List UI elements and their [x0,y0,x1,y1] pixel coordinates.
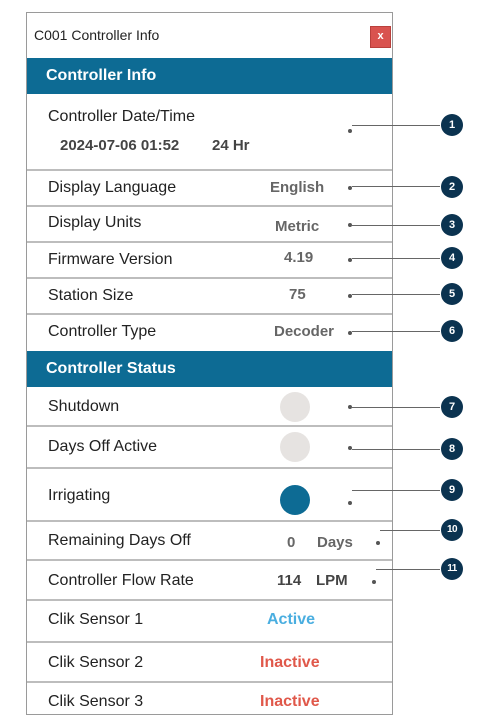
display-units-label: Display Units [48,214,142,231]
leader-line-5 [352,294,440,295]
window-title: C001 Controller Info [34,27,160,43]
close-button[interactable]: x [370,26,391,48]
row-irrigating: Irrigating [27,469,392,522]
remaining-days-off-label: Remaining Days Off [48,532,191,549]
shutdown-label: Shutdown [48,398,120,415]
section-header-controller-status: Controller Status [27,351,392,387]
irrigating-dot [348,501,352,505]
callout-badge-3: 3 [441,214,463,236]
datetime-value: 2024-07-06 01:52 [60,137,180,154]
row-controller-type: Controller Type Decoder [27,315,392,351]
days-off-active-label: Days Off Active [48,438,158,455]
flow-rate-unit: LPM [316,572,348,589]
title-bar: C001 Controller Info x [27,13,392,57]
flow-rate-dot [372,580,376,584]
section-header-controller-info: Controller Info [27,58,392,94]
callout-badge-8: 8 [441,438,463,460]
row-controller-flow-rate: Controller Flow Rate 114 LPM [27,561,392,601]
display-language-value: English [270,179,325,196]
callout-badge-9: 9 [441,479,463,501]
callout-badge-10: 10 [441,519,463,541]
callout-badge-11: 11 [441,558,463,580]
clik-sensor-2-label: Clik Sensor 2 [48,654,144,671]
row-display-language: Display Language English [27,171,392,207]
clik-sensor-3-label: Clik Sensor 3 [48,693,144,710]
close-icon: x [377,30,384,42]
callout-badge-7: 7 [441,396,463,418]
row-shutdown: Shutdown [27,387,392,427]
station-size-label: Station Size [48,287,134,304]
callout-badge-1: 1 [441,114,463,136]
leader-line-4 [352,258,440,259]
leader-line-7 [352,407,440,408]
row-display-units: Display Units Metric [27,207,392,243]
callout-badge-5: 5 [441,283,463,305]
datetime-label: Controller Date/Time [48,108,196,125]
row-remaining-days-off: Remaining Days Off 0 Days [27,522,392,561]
leader-line-11 [376,569,440,570]
irrigating-label: Irrigating [48,487,111,504]
callout-badge-4: 4 [441,247,463,269]
controller-type-value: Decoder [274,323,335,340]
row-days-off-active: Days Off Active [27,427,392,469]
time-format-value: 24 Hr [212,137,250,154]
row-controller-datetime: Controller Date/Time 2024-07-06 01:52 24… [27,94,392,171]
firmware-version-label: Firmware Version [48,251,173,268]
flow-rate-label: Controller Flow Rate [48,572,194,589]
callout-badge-6: 6 [441,320,463,342]
leader-line-1 [352,125,440,126]
station-size-value: 75 [289,286,306,303]
display-units-value: Metric [275,218,320,235]
leader-line-10 [380,530,440,531]
clik-sensor-1-label: Clik Sensor 1 [48,611,144,628]
leader-line-9 [352,490,440,491]
clik-sensor-1-status: Active [267,611,316,628]
remaining-days-off-value: 0 [287,534,296,551]
callout-badge-2: 2 [441,176,463,198]
row-clik-sensor-2: Clik Sensor 2 Inactive [27,643,392,683]
leader-line-2 [352,186,440,187]
irrigating-indicator [280,485,310,515]
shutdown-indicator [280,392,310,422]
row-station-size: Station Size 75 [27,279,392,315]
clik-sensor-2-status: Inactive [260,654,320,671]
leader-line-6 [352,331,440,332]
flow-rate-value: 114 [277,572,302,589]
leader-line-8 [352,449,440,450]
controller-type-label: Controller Type [48,323,157,340]
remaining-days-off-dot [376,541,380,545]
firmware-version-value: 4.19 [284,249,314,266]
remaining-days-off-unit: Days [317,534,353,551]
row-firmware-version: Firmware Version 4.19 [27,243,392,279]
datetime-dot [348,129,352,133]
display-language-label: Display Language [48,179,177,196]
controller-info-window: C001 Controller Info x Controller Info C… [26,12,393,715]
days-off-active-indicator [280,432,310,462]
leader-line-3 [352,225,440,226]
row-clik-sensor-3: Clik Sensor 3 Inactive [27,683,392,715]
clik-sensor-3-status: Inactive [260,693,320,710]
row-clik-sensor-1: Clik Sensor 1 Active [27,601,392,643]
